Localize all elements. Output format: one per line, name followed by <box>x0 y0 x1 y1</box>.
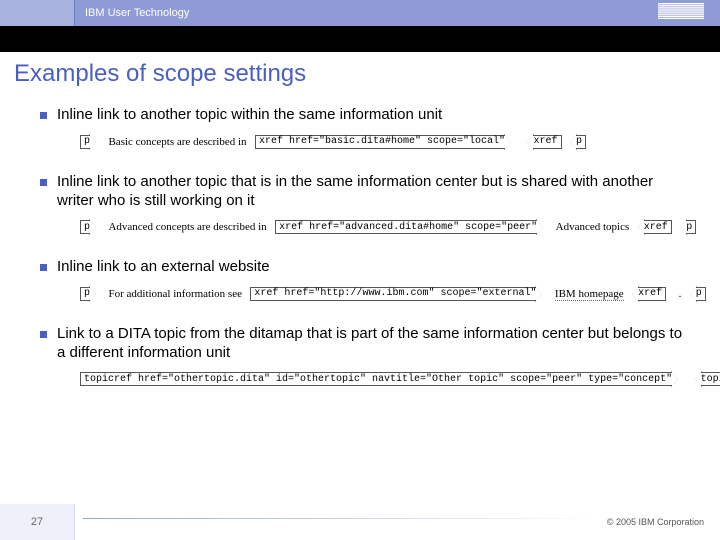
tag-topicref-close: topicref <box>701 372 720 386</box>
code-row: topicref href="othertopic.dita" id="othe… <box>80 371 692 389</box>
bullet-item: Inline link to an external website <box>40 258 692 277</box>
code-text: Advanced concepts are described in <box>108 221 266 233</box>
page-title: Examples of scope settings <box>0 52 720 100</box>
content-area: Inline link to another topic within the … <box>0 106 720 389</box>
tag-xref-close: xref <box>638 287 666 301</box>
tag-xref-close: xref <box>533 135 561 149</box>
code-row: p For additional information see xref hr… <box>80 285 692 303</box>
footer-rule <box>83 518 599 519</box>
tag-topicref-open: topicref href="othertopic.dita" id="othe… <box>80 372 672 386</box>
page-number: 27 <box>0 504 75 540</box>
tag-p-close: p <box>696 287 706 301</box>
tag-p-open: p <box>80 220 90 234</box>
header-bar: IBM User Technology <box>0 0 720 26</box>
bullet-icon <box>40 331 47 338</box>
header-gutter <box>0 0 75 26</box>
bullet-text: Inline link to an external website <box>57 258 270 277</box>
ibm-logo <box>658 3 720 24</box>
ibm-logo-icon <box>658 3 704 19</box>
header-title: IBM User Technology <box>75 7 658 19</box>
tag-p-open: p <box>80 287 90 301</box>
copyright: © 2005 IBM Corporation <box>607 517 720 527</box>
code-row: p Basic concepts are described in xref h… <box>80 133 692 151</box>
tag-p-close: p <box>576 135 586 149</box>
bullet-text: Inline link to another topic within the … <box>57 106 442 125</box>
bullet-text: Inline link to another topic that is in … <box>57 173 692 211</box>
tag-xref-open: xref href="http://www.ibm.com" scope="ex… <box>250 287 536 301</box>
code-content: IBM homepage <box>555 288 624 301</box>
bullet-item: Link to a DITA topic from the ditamap th… <box>40 325 692 363</box>
code-text: Basic concepts are described in <box>108 136 246 148</box>
bullet-icon <box>40 264 47 271</box>
code-dot: . <box>679 288 682 300</box>
bullet-item: Inline link to another topic that is in … <box>40 173 692 211</box>
bullet-item: Inline link to another topic within the … <box>40 106 692 125</box>
tag-xref-close: xref <box>644 220 672 234</box>
tag-xref-open: xref href="basic.dita#home" scope="local… <box>255 135 505 149</box>
tag-p-open: p <box>80 135 90 149</box>
black-strip <box>0 26 720 52</box>
code-row: p Advanced concepts are described in xre… <box>80 218 692 236</box>
code-text: For additional information see <box>108 288 242 300</box>
bullet-icon <box>40 179 47 186</box>
bullet-icon <box>40 112 47 119</box>
footer: 27 © 2005 IBM Corporation <box>0 504 720 540</box>
tag-xref-open: xref href="advanced.dita#home" scope="pe… <box>275 220 537 234</box>
tag-p-close: p <box>686 220 696 234</box>
code-content: Advanced topics <box>556 221 630 233</box>
bullet-text: Link to a DITA topic from the ditamap th… <box>57 325 692 363</box>
